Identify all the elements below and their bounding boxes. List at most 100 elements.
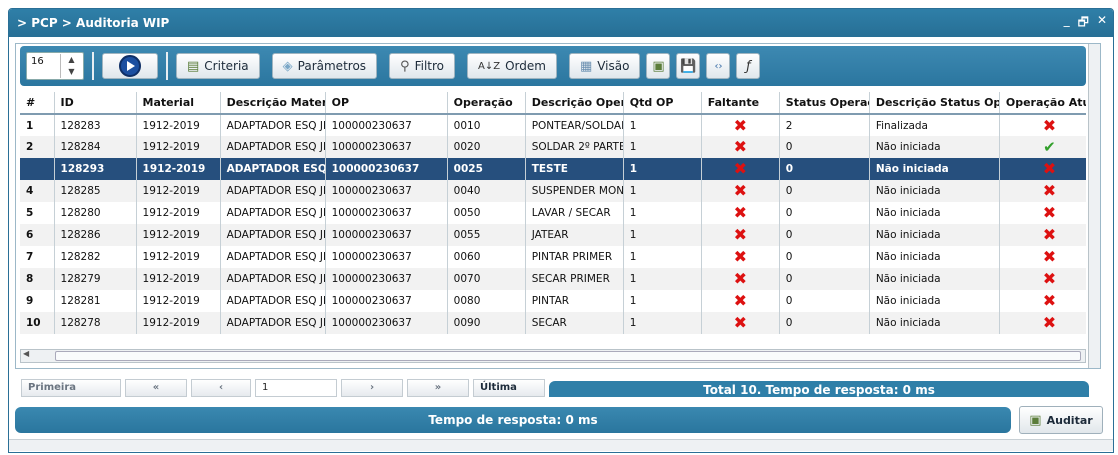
scroll-thumb[interactable] bbox=[55, 351, 1081, 361]
cell-desc-status: Não iniciada bbox=[869, 246, 1000, 268]
export-button[interactable]: ▣ bbox=[646, 53, 671, 79]
cell-qtd: 1 bbox=[623, 290, 702, 312]
table-row[interactable]: 5 128280 1912-2019 ADAPTADOR ESQ JI 10000023… bbox=[20, 202, 1086, 224]
prev-fast-button[interactable]: « bbox=[125, 379, 187, 397]
filtro-button[interactable]: ⚲ Filtro bbox=[389, 53, 455, 79]
last-page-label: Última bbox=[480, 382, 517, 393]
cell-id: 128280 bbox=[54, 202, 137, 224]
cell-op: 100000230637 bbox=[325, 224, 448, 246]
col-header-descricao-material[interactable]: Descrição Material bbox=[220, 92, 326, 115]
play-icon bbox=[119, 55, 141, 77]
col-header-descricao-operacao[interactable]: Descrição Operação bbox=[525, 92, 624, 115]
cell-status: 0 bbox=[779, 246, 870, 268]
check-icon: ✔ bbox=[999, 136, 1086, 158]
cell-n: 7 bbox=[20, 246, 55, 268]
auditar-button[interactable]: ▣ Auditar bbox=[1019, 406, 1103, 434]
cell-desc-material: ADAPTADOR ESQ JI bbox=[220, 312, 326, 334]
cell-desc-material: ADAPTADOR ESQ JI bbox=[220, 158, 326, 180]
save-button[interactable]: 💾 bbox=[676, 53, 701, 79]
table-row[interactable]: 1282931912-2019ADAPTADOR ESQ JI100000230… bbox=[20, 158, 1086, 180]
tag-icon: ◈ bbox=[282, 58, 293, 74]
table-row[interactable]: 6 128286 1912-2019 ADAPTADOR ESQ JI 10000023… bbox=[20, 224, 1086, 246]
restore-icon[interactable]: 🗗 bbox=[1078, 13, 1089, 34]
next-page-icon: › bbox=[369, 382, 375, 393]
col-header-qtd-op[interactable]: Qtd OP bbox=[623, 92, 702, 115]
last-page-button[interactable]: Última bbox=[473, 379, 545, 397]
minimize-icon[interactable]: _ bbox=[1064, 13, 1070, 34]
window-horizontal-scrollbar[interactable] bbox=[9, 439, 1113, 451]
next-fast-button[interactable]: » bbox=[407, 379, 469, 397]
visao-button[interactable]: ▦ Visão bbox=[568, 53, 641, 79]
next-page-button[interactable]: › bbox=[341, 379, 403, 397]
col-header-descricao-status[interactable]: Descrição Status Operação bbox=[869, 92, 1000, 115]
col-header-id[interactable]: ID bbox=[54, 92, 137, 115]
cell-id: 128282 bbox=[54, 246, 137, 268]
x-icon: ✖ bbox=[999, 180, 1086, 202]
cell-op: 100000230637 bbox=[325, 158, 448, 180]
page-number-input[interactable]: 1 bbox=[255, 379, 337, 397]
table-row[interactable]: 10 128278 1912-2019 ADAPTADOR ESQ JI 1000002… bbox=[20, 312, 1086, 334]
code-icon: ‹› bbox=[714, 60, 723, 72]
col-header-material[interactable]: Material bbox=[136, 92, 221, 115]
close-icon[interactable]: ✕ bbox=[1097, 13, 1107, 34]
cell-desc-status: Não iniciada bbox=[869, 202, 1000, 224]
stepper-up-icon[interactable]: ▲ bbox=[61, 54, 82, 66]
code-button[interactable]: ‹› bbox=[706, 53, 731, 79]
cell-id: 128279 bbox=[54, 268, 137, 290]
cell-op: 100000230637 bbox=[325, 180, 448, 202]
first-page-button[interactable]: Primeira bbox=[21, 379, 121, 397]
panel-vertical-scrollbar[interactable] bbox=[1088, 44, 1100, 368]
first-page-label: Primeira bbox=[28, 382, 76, 393]
table-row[interactable]: 1 128283 1912-2019 ADAPTADOR ESQ JI 10000023… bbox=[20, 114, 1086, 136]
cell-status: 0 bbox=[779, 224, 870, 246]
scroll-left-icon[interactable]: ◀ bbox=[23, 349, 29, 358]
cell-desc-operacao: SOLDAR 2º PARTE bbox=[525, 136, 624, 158]
cell-qtd: 1 bbox=[623, 268, 702, 290]
ordem-button[interactable]: A↓Z Ordem bbox=[467, 53, 557, 79]
function-icon: ƒ bbox=[746, 58, 751, 74]
run-button[interactable] bbox=[102, 53, 158, 79]
x-icon: ✖ bbox=[999, 224, 1086, 246]
table-row[interactable]: 7 128282 1912-2019 ADAPTADOR ESQ JI 10000023… bbox=[20, 246, 1086, 268]
cell-id: 128293 bbox=[54, 158, 137, 180]
cell-id: 128283 bbox=[54, 114, 137, 136]
table-row[interactable]: 9 128281 1912-2019 ADAPTADOR ESQ JI 10000023… bbox=[20, 290, 1086, 312]
table-row[interactable]: 2 128284 1912-2019 ADAPTADOR ESQ JI 10000023… bbox=[20, 136, 1086, 158]
table-row[interactable]: 4 128285 1912-2019 ADAPTADOR ESQ JI 10000023… bbox=[20, 180, 1086, 202]
cell-n: 5 bbox=[20, 202, 55, 224]
cell-qtd: 1 bbox=[623, 180, 702, 202]
cell-operacao: 0010 bbox=[447, 114, 526, 136]
cell-status: 0 bbox=[779, 268, 870, 290]
prev-page-button[interactable]: ‹ bbox=[191, 379, 251, 397]
col-header-faltante[interactable]: Faltante bbox=[701, 92, 780, 115]
criteria-button[interactable]: ▤ Criteria bbox=[176, 53, 260, 79]
col-header-operacao-atual[interactable]: Operação Atual bbox=[999, 92, 1086, 115]
parametros-button[interactable]: ◈ Parâmetros bbox=[271, 53, 378, 79]
cell-desc-operacao: LAVAR / SECAR bbox=[525, 202, 624, 224]
cell-n: 6 bbox=[20, 224, 55, 246]
cell-operacao: 0070 bbox=[447, 268, 526, 290]
cell-qtd: 1 bbox=[623, 246, 702, 268]
prev-fast-icon: « bbox=[152, 382, 160, 393]
cell-desc-status: Não iniciada bbox=[869, 268, 1000, 290]
cell-operacao: 0040 bbox=[447, 180, 526, 202]
page-size-stepper[interactable]: 16 ▲ ▼ bbox=[26, 52, 84, 80]
cell-op: 100000230637 bbox=[325, 202, 448, 224]
cell-n: 8 bbox=[20, 268, 55, 290]
function-button[interactable]: ƒ bbox=[736, 53, 761, 79]
col-header-number[interactable]: # bbox=[20, 92, 55, 115]
grid-horizontal-scrollbar[interactable]: ◀ bbox=[20, 349, 1086, 363]
cell-id: 128286 bbox=[54, 224, 137, 246]
table-row[interactable]: 8 128279 1912-2019 ADAPTADOR ESQ JI 10000023… bbox=[20, 268, 1086, 290]
stepper-down-icon[interactable]: ▼ bbox=[61, 66, 82, 78]
cell-qtd: 1 bbox=[623, 136, 702, 158]
col-header-op[interactable]: OP bbox=[325, 92, 448, 115]
col-header-operacao[interactable]: Operação bbox=[447, 92, 526, 115]
col-header-status-operacao[interactable]: Status Operação bbox=[779, 92, 870, 115]
cell-status: 0 bbox=[779, 312, 870, 334]
cell-material: 1912-2019 bbox=[136, 136, 221, 158]
cell-desc-status: Não iniciada bbox=[869, 312, 1000, 334]
page-number-value: 1 bbox=[262, 382, 269, 393]
x-icon: ✖ bbox=[701, 290, 780, 312]
cell-operacao: 0090 bbox=[447, 312, 526, 334]
